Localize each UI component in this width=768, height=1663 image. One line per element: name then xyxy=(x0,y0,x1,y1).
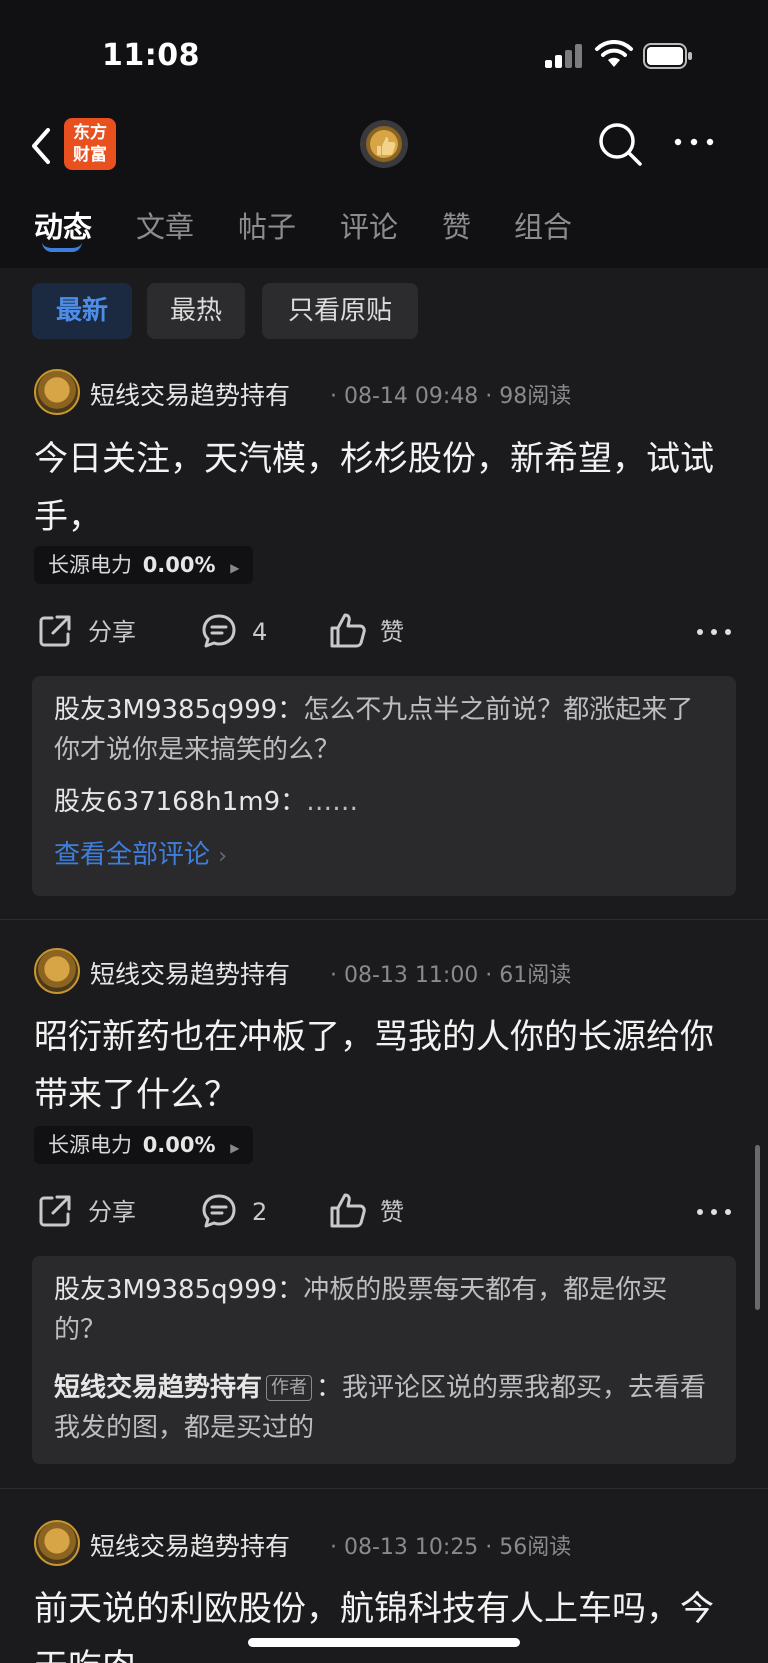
comment-preview[interactable]: 股友3M9385q999：怎么不九点半之前说？都涨起来了你才说你是来搞笑的么？ … xyxy=(32,676,736,896)
author-avatar[interactable] xyxy=(34,948,80,994)
share-icon xyxy=(39,615,71,647)
tab-dynamics[interactable]: 动态 xyxy=(34,204,92,246)
comment-item[interactable]: 股友3M9385q999：怎么不九点半之前说？都涨起来了你才说你是来搞笑的么？ xyxy=(54,690,714,770)
status-bar: 11:08 xyxy=(0,0,768,110)
post-divider xyxy=(0,919,768,920)
post-text[interactable]: 今日关注，天汽模，杉杉股份，新希望，试试手， xyxy=(34,430,734,546)
stock-change: 0.00% xyxy=(142,1133,216,1157)
eastmoney-logo[interactable]: 东方 财富 xyxy=(64,118,116,170)
comment-text: …… xyxy=(306,787,359,817)
like-button[interactable]: 赞 xyxy=(328,1192,408,1232)
post-author[interactable]: 短线交易趋势持有 xyxy=(90,955,290,991)
comment-item[interactable]: 股友3M9385q999：冲板的股票每天都有，都是你买的？ xyxy=(54,1270,714,1350)
post-author[interactable]: 短线交易趋势持有 xyxy=(90,376,290,412)
more-options-icon[interactable] xyxy=(672,130,716,154)
author-badge: 作者 xyxy=(266,1375,313,1401)
share-label: 分享 xyxy=(88,1198,136,1226)
share-button[interactable]: 分享 xyxy=(36,612,146,652)
stock-tag[interactable]: 长源电力 0.00% ▶ xyxy=(34,546,254,584)
post-more-icon[interactable] xyxy=(696,627,732,637)
author-avatar[interactable] xyxy=(34,369,80,415)
tab-articles[interactable]: 文章 xyxy=(136,204,194,246)
view-all-comments-link[interactable]: 查看全部评论 › xyxy=(54,834,227,871)
comment-icon xyxy=(202,614,236,648)
header-bar: 东方 财富 xyxy=(0,110,768,190)
thumbs-up-icon xyxy=(330,1193,366,1228)
chevron-right-icon: › xyxy=(218,844,228,869)
post-meta: · 08-13 10:25 · 56阅读 xyxy=(330,1535,572,1560)
thumbs-up-avatar-icon xyxy=(366,126,402,162)
comment-button[interactable]: 4 xyxy=(200,612,280,652)
stock-tag[interactable]: 长源电力 0.00% ▶ xyxy=(34,1126,254,1164)
comment-item[interactable]: 短线交易趋势持有 作者 ：我评论区说的票我都买，去看看我发的图，都是买过的 xyxy=(54,1368,714,1448)
scrollbar[interactable] xyxy=(755,1145,760,1310)
filter-latest[interactable]: 最新 xyxy=(32,283,132,339)
tab-posts[interactable]: 帖子 xyxy=(238,204,296,246)
tab-portfolio[interactable]: 组合 xyxy=(514,204,572,246)
back-arrow-icon[interactable] xyxy=(26,124,56,168)
user-avatar[interactable] xyxy=(360,120,408,168)
post-text[interactable]: 昭衍新药也在冲板了，骂我的人你的长源给你带来了什么？ xyxy=(34,1008,734,1124)
post-meta: · 08-13 11:00 · 61阅读 xyxy=(330,963,572,988)
battery-icon xyxy=(643,43,692,69)
cellular-signal-icon xyxy=(545,44,585,68)
caret-right-icon: ▶ xyxy=(230,1141,240,1155)
comment-separator: ： xyxy=(316,1373,343,1403)
stock-name: 长源电力 xyxy=(48,1133,132,1157)
post-divider xyxy=(0,1488,768,1489)
share-icon xyxy=(39,1195,71,1227)
post-author[interactable]: 短线交易趋势持有 xyxy=(90,1527,290,1563)
tab-likes[interactable]: 赞 xyxy=(442,204,471,246)
comment-preview[interactable]: 股友3M9385q999：冲板的股票每天都有，都是你买的？ 短线交易趋势持有 作者… xyxy=(32,1256,736,1464)
comment-user[interactable]: 股友3M9385q999： xyxy=(54,1275,303,1305)
stock-change: 0.00% xyxy=(142,553,216,577)
comment-user[interactable]: 股友3M9385q999： xyxy=(54,695,303,725)
search-icon[interactable] xyxy=(596,120,644,168)
post-meta: · 08-14 09:48 · 98阅读 xyxy=(330,384,572,409)
status-time: 11:08 xyxy=(102,38,200,73)
like-button[interactable]: 赞 xyxy=(328,612,408,652)
comment-item[interactable]: 股友637168h1m9：…… xyxy=(54,782,714,822)
tab-bar: 动态 文章 帖子 评论 赞 组合 xyxy=(0,190,768,268)
comment-user[interactable]: 股友637168h1m9： xyxy=(54,787,306,817)
comment-icon xyxy=(202,1194,236,1228)
filter-hot[interactable]: 最热 xyxy=(147,283,245,339)
like-label: 赞 xyxy=(380,618,404,646)
home-indicator[interactable] xyxy=(248,1638,520,1647)
author-avatar[interactable] xyxy=(34,1520,80,1566)
share-button[interactable]: 分享 xyxy=(36,1192,146,1232)
caret-right-icon: ▶ xyxy=(230,561,240,575)
share-label: 分享 xyxy=(88,618,136,646)
comment-count: 4 xyxy=(252,618,268,646)
comment-user[interactable]: 短线交易趋势持有 xyxy=(54,1373,262,1403)
filter-original-only[interactable]: 只看原贴 xyxy=(262,283,418,339)
comment-button[interactable]: 2 xyxy=(200,1192,280,1232)
view-all-label: 查看全部评论 xyxy=(54,840,211,870)
tab-comments[interactable]: 评论 xyxy=(340,204,398,246)
stock-name: 长源电力 xyxy=(48,553,132,577)
post-more-icon[interactable] xyxy=(696,1207,732,1217)
thumbs-up-icon xyxy=(330,613,366,648)
post-text[interactable]: 前天说的利欧股份，航锦科技有人上车吗，今天吃肉 xyxy=(34,1580,734,1663)
comment-count: 2 xyxy=(252,1198,268,1226)
wifi-icon xyxy=(595,40,633,67)
tab-indicator xyxy=(42,242,82,252)
like-label: 赞 xyxy=(380,1198,404,1226)
